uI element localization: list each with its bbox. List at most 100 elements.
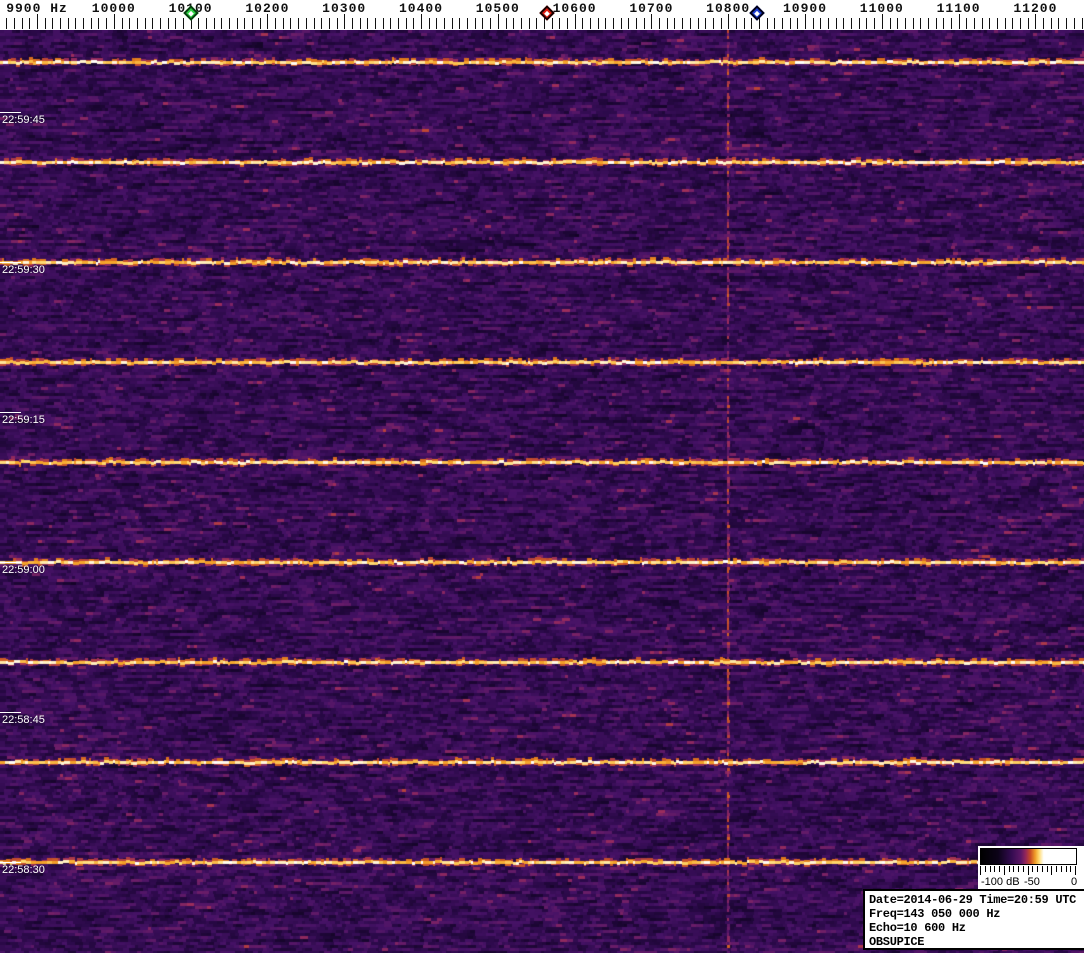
freq-tick	[597, 18, 599, 29]
legend-tick	[1075, 866, 1076, 875]
freq-tick	[321, 18, 323, 29]
time-label: 22:59:45	[2, 114, 45, 126]
freq-tick	[1058, 18, 1060, 29]
legend-tick	[984, 866, 986, 872]
freq-tick	[782, 18, 783, 29]
freq-tick	[712, 18, 714, 29]
info-frequency: Freq=143 050 000 Hz	[869, 907, 1001, 921]
legend-tick	[1065, 866, 1067, 872]
freq-tick	[536, 18, 538, 29]
freq-tick	[789, 18, 791, 29]
freq-label: 10200	[245, 1, 290, 16]
freq-tick	[528, 18, 530, 29]
freq-tick	[1027, 18, 1029, 29]
freq-tick	[206, 18, 207, 29]
freq-tick	[175, 18, 177, 29]
freq-tick	[797, 18, 799, 29]
freq-tick	[805, 14, 806, 29]
freq-tick	[605, 18, 607, 29]
freq-tick	[974, 18, 975, 29]
frequency-ruler[interactable]: 9900 Hz100001010010200103001040010500106…	[0, 0, 1084, 30]
freq-tick	[904, 18, 906, 29]
legend-tick	[1003, 866, 1005, 875]
freq-tick	[252, 18, 253, 29]
freq-tick	[421, 14, 422, 29]
freq-tick	[459, 18, 461, 29]
freq-tick	[574, 14, 576, 29]
freq-tick	[98, 18, 100, 29]
freq-tick	[259, 18, 261, 29]
freq-tick	[405, 18, 407, 29]
freq-tick	[828, 18, 829, 29]
freq-tick	[705, 18, 707, 29]
freq-tick	[244, 18, 246, 29]
legend-tick	[1046, 866, 1048, 872]
freq-tick	[75, 18, 77, 29]
freq-tick	[935, 18, 937, 29]
legend-tick	[1037, 866, 1038, 872]
freq-label: 10000	[91, 1, 136, 16]
legend-tick	[1060, 866, 1062, 872]
freq-tick	[874, 18, 876, 29]
freq-tick	[858, 18, 860, 29]
freq-tick	[912, 18, 914, 29]
freq-tick	[390, 18, 392, 29]
freq-tick	[290, 18, 292, 29]
time-tick	[0, 862, 21, 863]
freq-tick	[1004, 18, 1006, 29]
freq-tick	[728, 14, 730, 29]
freq-tick	[1066, 18, 1068, 29]
legend-tick	[1032, 866, 1034, 872]
time-tick	[0, 262, 21, 263]
freq-tick	[229, 18, 230, 29]
freq-tick	[682, 18, 684, 29]
legend-tick	[1013, 866, 1015, 872]
freq-label: 11100	[936, 1, 981, 16]
freq-tick	[620, 18, 622, 29]
freq-label: 10500	[475, 1, 520, 16]
freq-tick	[636, 18, 637, 29]
freq-tick	[689, 18, 691, 29]
freq-tick	[897, 18, 899, 29]
freq-tick	[198, 18, 200, 29]
marker-center-dot	[754, 10, 761, 16]
freq-tick	[221, 18, 223, 29]
freq-tick	[298, 18, 300, 29]
freq-tick	[436, 18, 438, 29]
time-tick	[0, 412, 21, 413]
freq-tick	[152, 18, 154, 29]
freq-tick	[651, 14, 653, 29]
freq-tick	[943, 18, 945, 29]
freq-tick	[743, 18, 745, 29]
freq-label: 10700	[629, 1, 674, 16]
freq-tick	[674, 18, 676, 29]
freq-tick	[313, 18, 315, 29]
freq-tick	[282, 18, 284, 29]
marker-center-dot	[187, 10, 194, 16]
legend-tick	[999, 866, 1000, 872]
freq-tick	[351, 18, 353, 29]
freq-tick	[582, 18, 584, 29]
freq-tick	[129, 18, 131, 29]
spectrogram-waterfall[interactable]	[0, 30, 1084, 953]
freq-label: 11200	[1013, 1, 1058, 16]
freq-label: 10400	[398, 1, 444, 16]
freq-label: 10600	[552, 1, 597, 16]
freq-label: 10800	[706, 1, 751, 16]
freq-tick	[966, 18, 968, 29]
freq-tick	[482, 18, 484, 29]
legend-max-label: 0	[1071, 876, 1078, 888]
freq-tick	[444, 18, 445, 29]
freq-tick	[981, 18, 983, 29]
freq-tick	[6, 18, 8, 29]
freq-tick	[44, 18, 46, 29]
intensity-legend: -100 dB -50 0	[978, 846, 1084, 889]
freq-tick	[851, 18, 853, 29]
legend-tick	[989, 866, 991, 872]
freq-tick	[628, 18, 630, 29]
info-date-time: Date=2014-06-29 Time=20:59 UTC	[869, 893, 1077, 907]
freq-tick	[474, 18, 476, 29]
freq-tick	[428, 18, 430, 29]
freq-tick	[374, 18, 376, 29]
freq-label: 11000	[859, 1, 904, 16]
